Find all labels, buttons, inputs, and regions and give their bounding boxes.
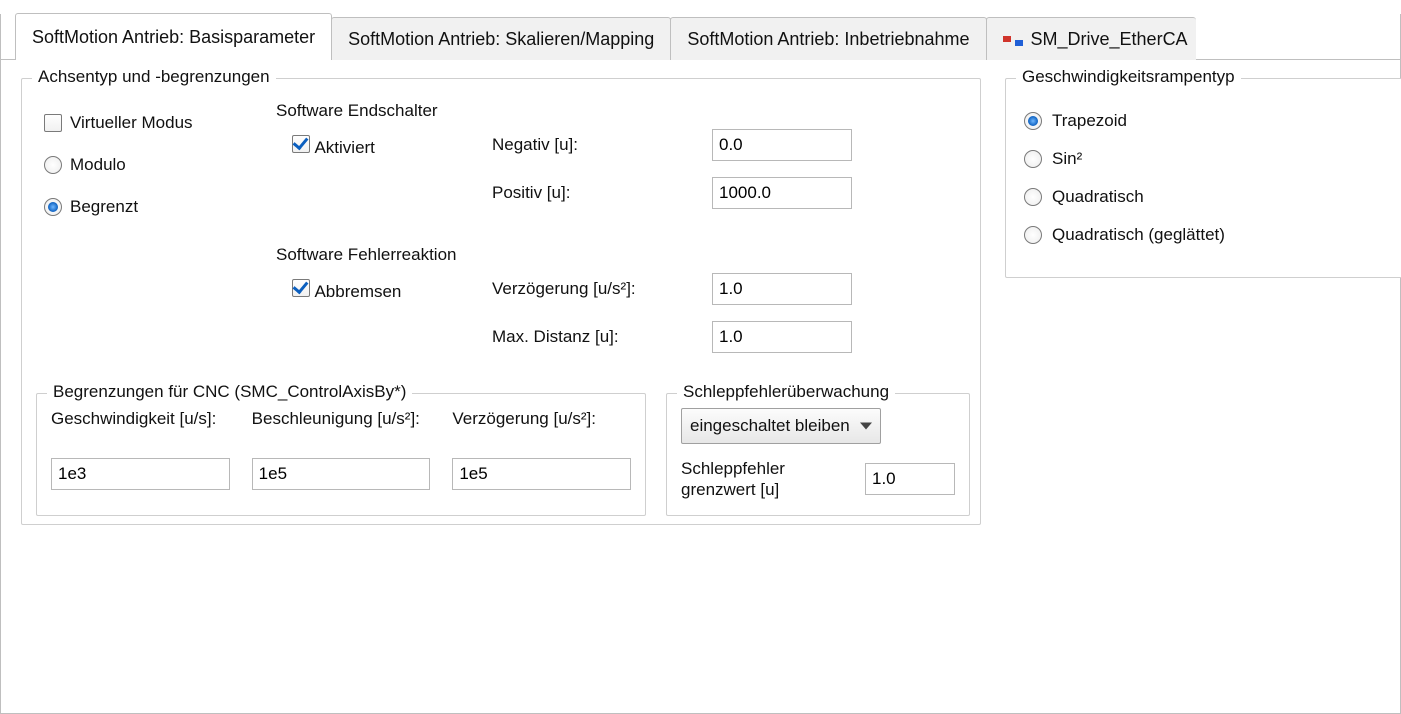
checkbox-icon bbox=[44, 114, 62, 132]
aktiviert-checkbox[interactable]: Aktiviert bbox=[292, 135, 472, 158]
ramp-sin2-label: Sin² bbox=[1052, 149, 1082, 169]
cnc-beschl-label: Beschleunigung [u/s²]: bbox=[252, 408, 431, 456]
subgroup-software-fehlerreaktion: Software Fehlerreaktion Abbremsen bbox=[276, 245, 966, 369]
radio-icon bbox=[1024, 112, 1042, 130]
tab-strip: SoftMotion Antrieb: Basisparameter SoftM… bbox=[15, 14, 1400, 60]
radio-icon bbox=[1024, 226, 1042, 244]
abbremsen-label: Abbremsen bbox=[314, 282, 401, 301]
radio-icon bbox=[44, 156, 62, 174]
radio-icon bbox=[1024, 188, 1042, 206]
radio-icon bbox=[44, 198, 62, 216]
negativ-label: Negativ [u]: bbox=[492, 135, 712, 155]
ramp-sin2-radio[interactable]: Sin² bbox=[1024, 149, 1386, 169]
group-cnc-limits: Begrenzungen für CNC (SMC_ControlAxisBy*… bbox=[36, 393, 646, 516]
modulo-radio[interactable]: Modulo bbox=[44, 155, 276, 175]
ramp-trapezoid-radio[interactable]: Trapezoid bbox=[1024, 111, 1386, 131]
group-achsentyp: Achsentyp und -begrenzungen Virtueller M… bbox=[21, 78, 981, 525]
modulo-label: Modulo bbox=[70, 155, 126, 175]
group-legend: Achsentyp und -begrenzungen bbox=[32, 67, 276, 87]
abbremsen-checkbox[interactable]: Abbremsen bbox=[292, 279, 472, 302]
begrenzt-radio[interactable]: Begrenzt bbox=[44, 197, 276, 217]
tab-inbetriebnahme[interactable]: SoftMotion Antrieb: Inbetriebnahme bbox=[670, 17, 986, 60]
subgroup-title: Software Endschalter bbox=[276, 101, 966, 121]
cnc-verz-input[interactable] bbox=[452, 458, 631, 490]
checkbox-icon bbox=[292, 279, 310, 297]
tab-label: SoftMotion Antrieb: Basisparameter bbox=[32, 14, 315, 60]
cnc-geschw-input[interactable] bbox=[51, 458, 230, 490]
group-rampentyp: Geschwindigkeitsrampentyp Trapezoid Sin²… bbox=[1005, 78, 1401, 278]
negativ-input[interactable] bbox=[712, 129, 852, 161]
cnc-col-geschwindigkeit: Geschwindigkeit [u/s]: bbox=[51, 408, 230, 490]
group-legend: Schleppfehlerüberwachung bbox=[677, 382, 895, 402]
positiv-input[interactable] bbox=[712, 177, 852, 209]
cnc-verz-label: Verzögerung [u/s²]: bbox=[452, 408, 631, 456]
aktiviert-label: Aktiviert bbox=[314, 138, 374, 157]
ramp-quadratisch-radio[interactable]: Quadratisch bbox=[1024, 187, 1386, 207]
cnc-beschl-input[interactable] bbox=[252, 458, 431, 490]
virtual-mode-checkbox[interactable]: Virtueller Modus bbox=[44, 113, 276, 133]
left-column: Achsentyp und -begrenzungen Virtueller M… bbox=[21, 78, 981, 525]
verzoegerung-label: Verzögerung [u/s²]: bbox=[492, 279, 712, 299]
tab-label: SoftMotion Antrieb: Inbetriebnahme bbox=[687, 18, 969, 60]
tab-label: SoftMotion Antrieb: Skalieren/Mapping bbox=[348, 18, 654, 60]
group-legend: Begrenzungen für CNC (SMC_ControlAxisBy*… bbox=[47, 382, 412, 402]
schleppfehler-grenzwert-input[interactable] bbox=[865, 463, 955, 495]
ramp-quadratisch-glatt-label: Quadratisch (geglättet) bbox=[1052, 225, 1225, 245]
subgroup-software-endschalter: Software Endschalter Aktiviert bbox=[276, 101, 966, 225]
select-value: eingeschaltet bleiben bbox=[690, 416, 850, 436]
cnc-col-verzoegerung: Verzögerung [u/s²]: bbox=[452, 408, 631, 490]
device-icon bbox=[1003, 32, 1023, 46]
group-legend: Geschwindigkeitsrampentyp bbox=[1016, 67, 1241, 87]
schleppfehler-grenzwert-label: Schleppfehler grenzwert [u] bbox=[681, 458, 851, 501]
tab-label: SM_Drive_EtherCA bbox=[1031, 18, 1188, 60]
tab-skalieren-mapping[interactable]: SoftMotion Antrieb: Skalieren/Mapping bbox=[331, 17, 671, 60]
radio-icon bbox=[1024, 150, 1042, 168]
begrenzt-label: Begrenzt bbox=[70, 197, 138, 217]
subgroup-title: Software Fehlerreaktion bbox=[276, 245, 966, 265]
ramp-quadratisch-label: Quadratisch bbox=[1052, 187, 1144, 207]
virtual-mode-label: Virtueller Modus bbox=[70, 113, 193, 133]
cnc-col-beschleunigung: Beschleunigung [u/s²]: bbox=[252, 408, 431, 490]
tab-sm-drive-ethercat[interactable]: SM_Drive_EtherCA bbox=[986, 17, 1196, 60]
right-column: Geschwindigkeitsrampentyp Trapezoid Sin²… bbox=[1005, 78, 1401, 278]
chevron-down-icon bbox=[860, 423, 872, 430]
ramp-quadratisch-glatt-radio[interactable]: Quadratisch (geglättet) bbox=[1024, 225, 1386, 245]
tab-content: Achsentyp und -begrenzungen Virtueller M… bbox=[1, 59, 1400, 543]
checkbox-icon bbox=[292, 135, 310, 153]
cnc-geschw-label: Geschwindigkeit [u/s]: bbox=[51, 408, 230, 456]
group-schleppfehler: Schleppfehlerüberwachung eingeschaltet b… bbox=[666, 393, 970, 516]
max-distanz-label: Max. Distanz [u]: bbox=[492, 327, 712, 347]
positiv-label: Positiv [u]: bbox=[492, 183, 712, 203]
max-distanz-input[interactable] bbox=[712, 321, 852, 353]
softmotion-config-window: SoftMotion Antrieb: Basisparameter SoftM… bbox=[0, 14, 1401, 714]
verzoegerung-input[interactable] bbox=[712, 273, 852, 305]
axis-type-options: Virtueller Modus Modulo Begrenzt bbox=[36, 101, 276, 389]
schleppfehler-mode-select[interactable]: eingeschaltet bleiben bbox=[681, 408, 881, 444]
ramp-trapezoid-label: Trapezoid bbox=[1052, 111, 1127, 131]
tab-basisparameter[interactable]: SoftMotion Antrieb: Basisparameter bbox=[15, 13, 332, 60]
